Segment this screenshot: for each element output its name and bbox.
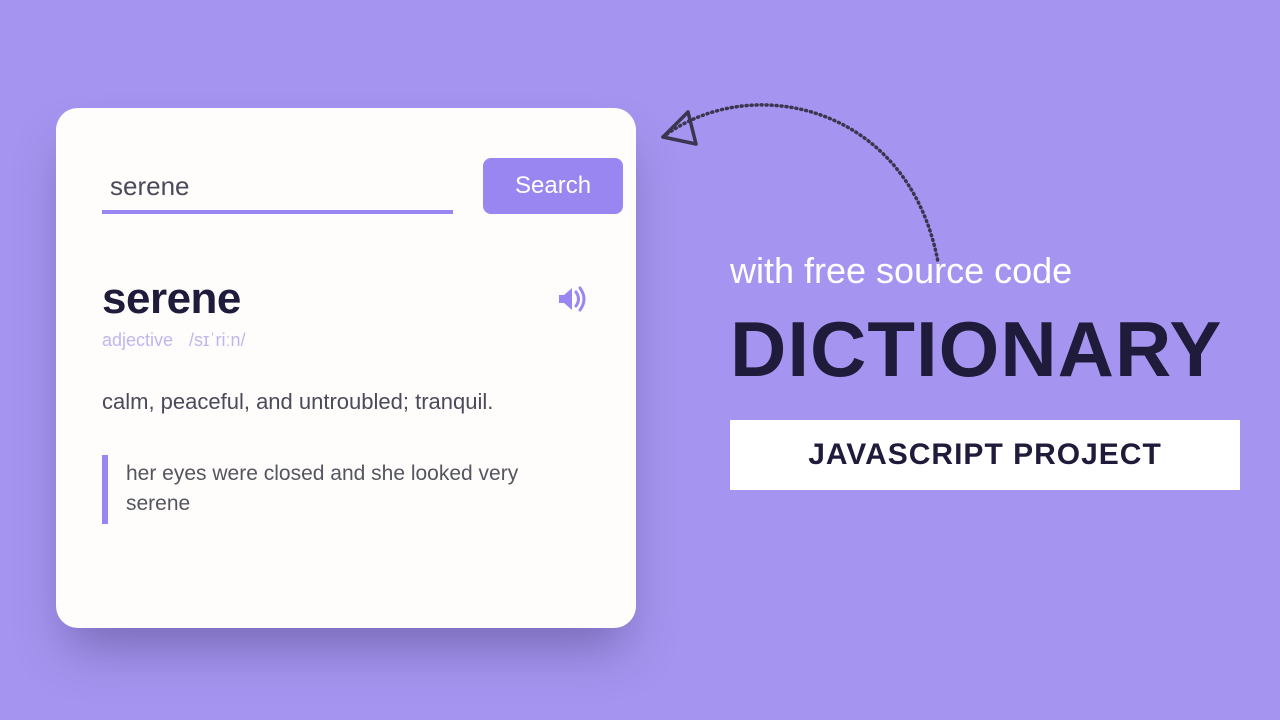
pronunciation: /sɪˈriːn/ [189, 330, 245, 351]
word-meta: adjective /sɪˈriːn/ [102, 330, 590, 351]
definition-text: calm, peaceful, and untroubled; tranquil… [102, 387, 590, 417]
word-row: serene [102, 274, 590, 324]
audio-icon[interactable] [556, 284, 590, 314]
search-row: Search [102, 158, 590, 214]
hero-section: with free source code DICTIONARY JAVASCR… [730, 250, 1250, 490]
dictionary-card: Search serene adjective /sɪˈriːn/ calm, … [56, 108, 636, 628]
result-word: serene [102, 274, 241, 324]
hero-subtitle: with free source code [730, 250, 1250, 292]
example-text: her eyes were closed and she looked very… [102, 455, 522, 524]
part-of-speech: adjective [102, 330, 173, 351]
hero-title: DICTIONARY [730, 310, 1250, 388]
search-input[interactable] [102, 165, 453, 214]
search-button[interactable]: Search [483, 158, 623, 214]
hero-badge: JAVASCRIPT PROJECT [730, 420, 1240, 490]
